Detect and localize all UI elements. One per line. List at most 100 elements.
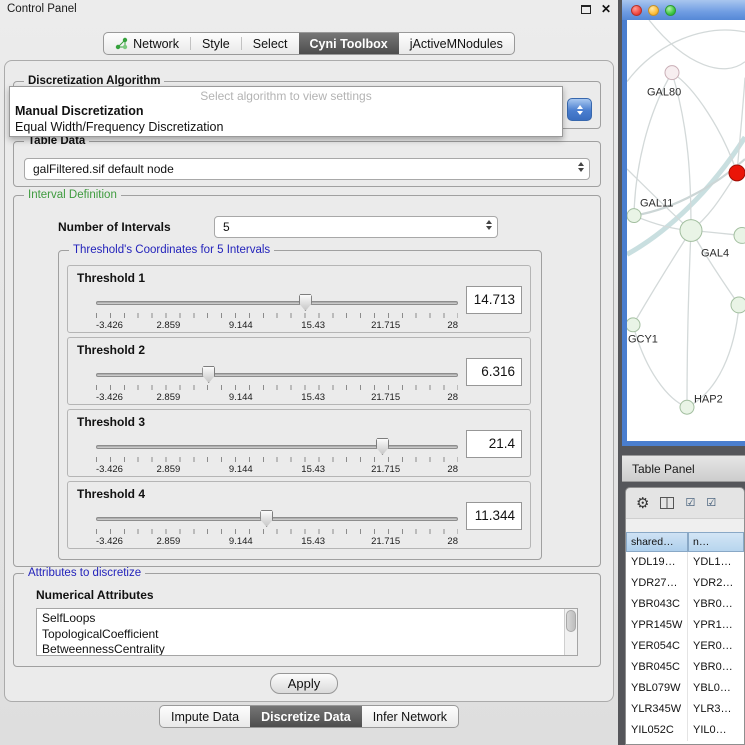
table-row[interactable]: YER054CYER0…: [626, 636, 744, 657]
tab-network[interactable]: Network: [104, 33, 190, 54]
table-panel-header[interactable]: Table Panel: [622, 455, 745, 482]
scale-tick-label: 28: [447, 464, 458, 475]
network-node[interactable]: [734, 228, 745, 244]
slider-track[interactable]: [96, 517, 458, 521]
slider-scale: -3.4262.8599.14415.4321.71528: [96, 392, 458, 404]
threshold-2-slider: -3.4262.8599.14415.4321.71528: [96, 366, 458, 404]
slider-track[interactable]: [96, 445, 458, 449]
network-node[interactable]: [627, 318, 640, 332]
number-of-intervals-value: 5: [223, 217, 230, 237]
tab-select[interactable]: Select: [242, 33, 299, 54]
attribute-list-item[interactable]: BetweennessCentrality: [42, 642, 577, 656]
scale-tick-label: 15.43: [301, 320, 325, 331]
close-traffic-light[interactable]: [631, 5, 642, 16]
algorithm-select-stepper[interactable]: [567, 98, 592, 121]
table-row[interactable]: YDL19…YDL1…: [626, 552, 744, 573]
tab-style[interactable]: Style: [191, 33, 241, 54]
tab-label: Impute Data: [171, 710, 239, 724]
arrow-down-icon: [578, 168, 584, 172]
float-window-icon[interactable]: [581, 5, 591, 14]
table-data-selected-value: galFiltered.sif default node: [33, 159, 174, 179]
node-table-body[interactable]: YDL19…YDL1…YDR27…YDR2…YBR043CYBR0…YPR145…: [626, 552, 744, 745]
minimize-traffic-light[interactable]: [648, 5, 659, 16]
threshold-value-field[interactable]: 6.316: [466, 358, 522, 386]
network-graph: GAL80 GAL11 GAL4 GCY1 HAP2: [627, 20, 745, 441]
threshold-label: Threshold 4: [77, 487, 145, 501]
scale-tick-label: 9.144: [229, 320, 253, 331]
table-cell: YER0…: [688, 636, 744, 657]
scale-tick-label: 2.859: [157, 392, 181, 403]
popup-item-equal-width-frequency[interactable]: Equal Width/Frequency Discretization: [10, 119, 562, 135]
slider-thumb[interactable]: [260, 510, 273, 527]
slider-scale: -3.4262.8599.14415.4321.71528: [96, 536, 458, 548]
apply-button[interactable]: Apply: [270, 673, 338, 694]
slider-track[interactable]: [96, 373, 458, 377]
network-node[interactable]: [731, 297, 745, 313]
tab-impute-data[interactable]: Impute Data: [160, 706, 250, 727]
slider-thumb[interactable]: [299, 294, 312, 311]
group-title: Threshold's Coordinates for 5 Intervals: [69, 244, 274, 256]
number-of-intervals-select[interactable]: 5: [214, 216, 498, 238]
tab-label: Infer Network: [373, 710, 447, 724]
checkbox-icon[interactable]: ☑: [685, 498, 695, 509]
threshold-3-slider: -3.4262.8599.14415.4321.71528: [96, 438, 458, 476]
threshold-value-field[interactable]: 11.344: [466, 502, 522, 530]
tab-label: Network: [133, 37, 179, 51]
attribute-list-item[interactable]: TopologicalCoefficient: [42, 627, 577, 643]
scale-tick-label: 2.859: [157, 536, 181, 547]
popup-item-manual-discretization[interactable]: Manual Discretization: [10, 103, 562, 119]
table-toolbar: ⚙ ☑ ☑: [626, 488, 744, 518]
scale-tick-label: 2.859: [157, 320, 181, 331]
network-node[interactable]: [680, 400, 694, 414]
threshold-value-field[interactable]: 21.4: [466, 430, 522, 458]
threshold-value-field[interactable]: 14.713: [466, 286, 522, 314]
gear-icon[interactable]: ⚙: [636, 496, 649, 511]
numerical-attributes-list[interactable]: SelfLoopsTopologicalCoefficientBetweenne…: [36, 608, 578, 656]
control-panel-tabs: Network Style Select Cyni Toolbox jActiv…: [103, 32, 515, 55]
tab-label: Cyni Toolbox: [310, 37, 388, 51]
table-row[interactable]: YDR27…YDR2…: [626, 573, 744, 594]
threshold-4-slider: -3.4262.8599.14415.4321.71528: [96, 510, 458, 548]
tab-cyni-toolbox[interactable]: Cyni Toolbox: [299, 33, 399, 54]
network-nodes[interactable]: [627, 66, 745, 415]
tab-discretize-data[interactable]: Discretize Data: [250, 706, 362, 727]
column-header-shared-name[interactable]: shared…: [626, 532, 688, 552]
table-row[interactable]: YBR045CYBR0…: [626, 657, 744, 678]
control-panel: Control Panel ✕ Network Style: [0, 0, 618, 745]
columns-icon[interactable]: [660, 497, 674, 509]
slider-track[interactable]: [96, 301, 458, 305]
zoom-traffic-light[interactable]: [665, 5, 676, 16]
interval-definition-group: Interval Definition Number of Intervals …: [13, 195, 601, 567]
table-data-select[interactable]: galFiltered.sif default node: [24, 158, 590, 180]
checkbox-icon[interactable]: ☑: [706, 498, 716, 509]
table-row[interactable]: YBL079WYBL0…: [626, 678, 744, 699]
scale-tick-label: -3.426: [96, 392, 123, 403]
column-header-name[interactable]: n…: [688, 532, 744, 552]
threshold-label: Threshold 3: [77, 415, 145, 429]
cyni-toolbox-panel: Discretization Algorithm Select algorith…: [4, 60, 614, 702]
tab-infer-network[interactable]: Infer Network: [362, 706, 458, 727]
thresholds-group: Threshold's Coordinates for 5 Intervals …: [58, 250, 542, 560]
network-canvas[interactable]: GAL80 GAL11 GAL4 GCY1 HAP2: [627, 20, 745, 441]
network-node[interactable]: [680, 220, 702, 242]
bottom-tabstrip-row: Impute Data Discretize Data Infer Networ…: [0, 705, 618, 728]
attribute-list-item[interactable]: SelfLoops: [42, 611, 577, 627]
table-toolbar-spacer: [626, 518, 744, 532]
node-label-gal11: GAL11: [640, 198, 673, 210]
table-row[interactable]: YBR043CYBR0…: [626, 594, 744, 615]
slider-thumb[interactable]: [202, 366, 215, 383]
scale-tick-label: 28: [447, 392, 458, 403]
network-node-selected[interactable]: [729, 165, 745, 181]
tab-jactivemnodules[interactable]: jActiveMNodules: [399, 33, 514, 54]
scrollbar-thumb[interactable]: [566, 610, 576, 632]
scrollbar[interactable]: [564, 609, 577, 655]
table-row[interactable]: YLR345WYLR3…: [626, 699, 744, 720]
close-icon[interactable]: ✕: [601, 3, 611, 15]
slider-thumb[interactable]: [376, 438, 389, 455]
number-of-intervals-label: Number of Intervals: [58, 220, 171, 234]
threshold-1-slider: -3.4262.8599.14415.4321.71528: [96, 294, 458, 332]
table-row[interactable]: YPR145WYPR1…: [626, 615, 744, 636]
network-node[interactable]: [665, 66, 679, 80]
table-row[interactable]: YIL052CYIL0…: [626, 720, 744, 741]
network-node[interactable]: [627, 209, 641, 223]
